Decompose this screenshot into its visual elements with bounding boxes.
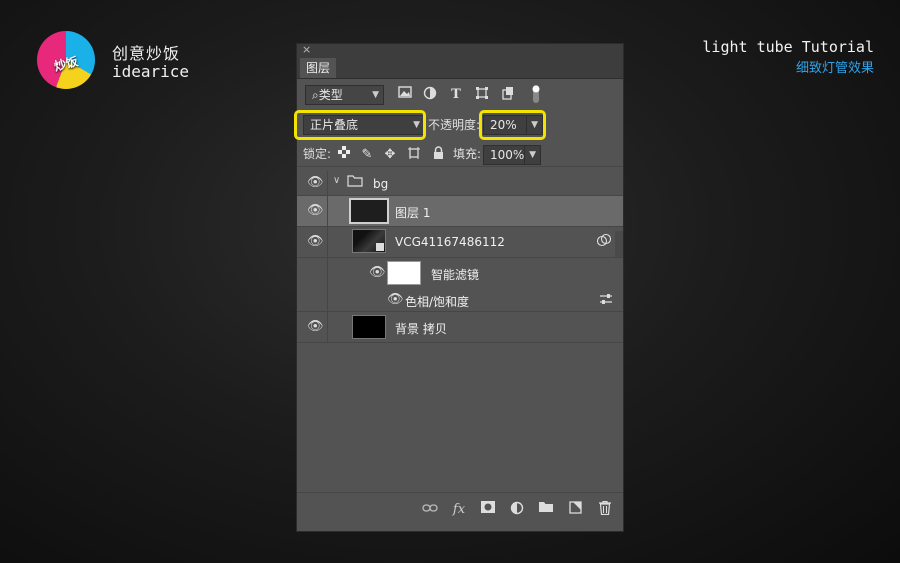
layer-thumbnail [349, 198, 389, 224]
fill-value: 100% [490, 148, 525, 162]
chevron-down-icon: ▼ [524, 146, 536, 164]
eye-icon[interactable]: 👁 [307, 175, 324, 190]
smart-object-filter-icon[interactable] [499, 86, 517, 104]
layer-row-selected[interactable]: 👁 图层 1 [297, 196, 623, 227]
eye-icon[interactable]: 👁 [307, 203, 324, 218]
layer-thumbnail [352, 315, 386, 339]
lock-transparent-icon[interactable] [335, 146, 353, 164]
layer-name: 色相/饱和度 [405, 295, 470, 309]
layer-row-group[interactable]: 👁 ∨ bg [297, 171, 623, 196]
close-icon[interactable]: × [302, 43, 311, 56]
layers-panel: × 图层 ⌕类型 ▼ T 正片叠底 ▼ 不透明度: 20% ▼ 锁定: ✎ ✥ … [294, 43, 624, 532]
highlight-blend-mode [294, 110, 426, 140]
new-layer-icon[interactable] [565, 501, 585, 519]
tab-layers[interactable]: 图层 [300, 58, 337, 78]
eye-column-divider [327, 171, 328, 342]
new-group-icon[interactable] [536, 501, 556, 519]
brand-logo-text: 炒饭 [52, 54, 80, 74]
layer-row-background-copy[interactable]: 👁 背景 拷贝 [297, 312, 623, 343]
panel-titlebar: × [297, 43, 623, 58]
adjustment-icon[interactable] [507, 501, 527, 519]
panel-tabbar: 图层 [297, 58, 623, 79]
opacity-label: 不透明度: [428, 118, 481, 132]
smart-object-badge-icon [376, 243, 384, 251]
layer-row-filter-item[interactable]: 👁 色相/饱和度 [297, 289, 623, 312]
folder-icon [347, 175, 363, 190]
tutorial-title-en: light tube Tutorial [702, 38, 874, 56]
layer-name: 图层 1 [395, 206, 431, 220]
eye-icon[interactable]: 👁 [369, 265, 386, 280]
layer-name: 智能滤镜 [431, 268, 480, 282]
fill-label: 填充: [453, 147, 482, 161]
smart-filter-icon [596, 233, 612, 250]
lock-position-icon[interactable]: ✥ [381, 146, 399, 164]
panel-scrollbar[interactable] [615, 231, 623, 257]
brand-name-cn: 创意炒饭 [112, 44, 181, 63]
filter-options-icon[interactable] [599, 293, 613, 308]
chevron-down-icon: ▼ [372, 90, 379, 100]
image-filter-icon[interactable] [396, 86, 414, 104]
fx-icon[interactable]: fx [449, 501, 469, 519]
trash-icon[interactable] [595, 500, 615, 519]
layer-thumbnail [352, 229, 386, 253]
layer-name: VCG41167486112 [395, 235, 505, 249]
layer-name: bg [373, 177, 389, 191]
filter-row: ⌕类型 ▼ T [297, 84, 623, 106]
lock-artboard-icon[interactable] [405, 146, 423, 164]
eye-icon[interactable]: 👁 [307, 234, 324, 249]
adjustment-filter-icon[interactable] [421, 86, 439, 104]
layer-name: 背景 拷贝 [395, 322, 447, 336]
link-icon[interactable] [420, 501, 440, 519]
type-filter-icon[interactable]: T [447, 86, 465, 104]
lock-label: 锁定: [303, 147, 332, 161]
highlight-opacity [479, 110, 546, 140]
eye-icon[interactable]: 👁 [307, 319, 324, 334]
chevron-down-icon[interactable]: ∨ [333, 175, 340, 186]
filter-toggle-icon[interactable] [527, 84, 545, 103]
layer-row-smart-filters[interactable]: 👁 智能滤镜 [297, 258, 623, 288]
layer-row-smart-object[interactable]: 👁 VCG41167486112 ∧ [297, 227, 623, 258]
search-icon: ⌕ [312, 88, 319, 102]
layers-bottom-toolbar: fx [297, 492, 623, 531]
shape-filter-icon[interactable] [473, 86, 491, 104]
lock-row: 锁定: ✎ ✥ 填充: 100% ▼ [297, 144, 623, 167]
eye-icon[interactable]: 👁 [387, 292, 404, 307]
filter-kind-select[interactable]: ⌕类型 ▼ [305, 85, 384, 105]
fill-field[interactable]: 100% ▼ [483, 145, 541, 165]
tutorial-title-cn: 细致灯管效果 [795, 61, 874, 76]
lock-all-icon[interactable] [429, 146, 447, 164]
mask-icon[interactable] [478, 501, 498, 519]
filter-kind-value: 类型 [318, 88, 343, 102]
brand-name-en: idearice [112, 62, 190, 81]
brand-logo: 炒饭 [37, 31, 95, 89]
filter-mask-thumbnail [387, 261, 421, 285]
lock-pixels-icon[interactable]: ✎ [358, 146, 376, 164]
